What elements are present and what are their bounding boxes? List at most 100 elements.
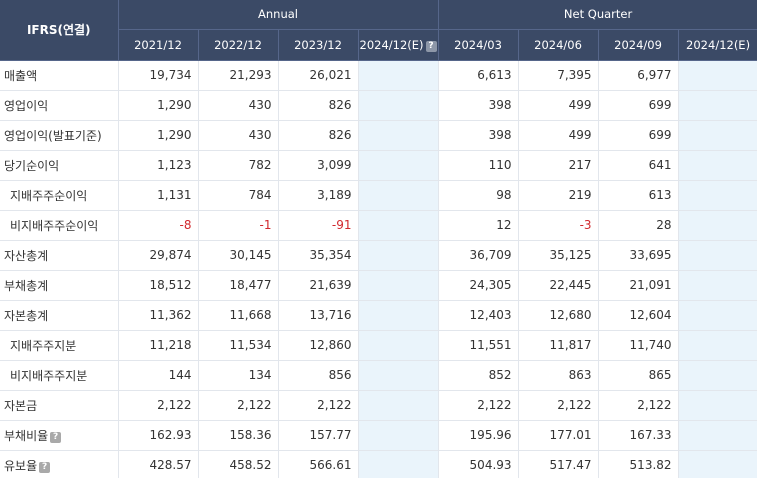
value-cell: 19,734: [118, 60, 199, 91]
estimate-cell: [678, 210, 757, 241]
table-row: 지배주주순이익 1,131 784 3,189 98 219 613: [0, 180, 757, 211]
row-label: 자본금: [0, 390, 119, 421]
table-row: 부채비율? 162.93 158.36 157.77 195.96 177.01 167.3…: [0, 420, 757, 451]
value-cell: 699: [598, 90, 679, 121]
value-cell: 1,290: [118, 120, 199, 151]
value-cell: 641: [598, 150, 679, 181]
row-label-text: 매출액: [4, 68, 38, 83]
value-cell: 12,403: [438, 300, 519, 331]
value-cell: 2,122: [278, 390, 359, 421]
estimate-cell: [678, 60, 757, 91]
value-cell: 12,680: [518, 300, 599, 331]
period-header: 2024/09: [598, 29, 679, 61]
value-cell: 18,512: [118, 270, 199, 301]
estimate-cell: [358, 420, 439, 451]
value-cell: 699: [598, 120, 679, 151]
value-cell: 12,604: [598, 300, 679, 331]
value-cell: 21,293: [198, 60, 279, 91]
value-cell: -3: [518, 210, 599, 241]
value-cell: 28: [598, 210, 679, 241]
value-cell: 1,290: [118, 90, 199, 121]
estimate-cell: [358, 60, 439, 91]
value-cell: 144: [118, 360, 199, 391]
help-icon[interactable]: ?: [39, 461, 51, 473]
estimate-cell: [358, 270, 439, 301]
estimate-cell: [358, 360, 439, 391]
table-row: 영업이익(발표기준) 1,290 430 826 398 499 699: [0, 120, 757, 151]
row-label-text: 당기순이익: [4, 158, 60, 173]
estimate-cell: [358, 390, 439, 421]
row-label-text: 영업이익: [4, 98, 49, 113]
row-label-text: 지배주주순이익: [10, 188, 88, 203]
value-cell: 30,145: [198, 240, 279, 271]
value-cell: 6,977: [598, 60, 679, 91]
row-label: 비지배주주지분: [0, 360, 119, 391]
table-row: 유보율? 428.57 458.52 566.61 504.93 517.47 513.82: [0, 450, 757, 478]
value-cell: 29,874: [118, 240, 199, 271]
value-cell: 430: [198, 90, 279, 121]
value-cell: 3,189: [278, 180, 359, 211]
table-row: 비지배주주지분 144 134 856 852 863 865: [0, 360, 757, 391]
value-cell: 2,122: [598, 390, 679, 421]
period-header: 2023/12: [278, 29, 359, 61]
table-row: 매출액 19,734 21,293 26,021 6,613 7,395 6,977: [0, 60, 757, 91]
estimate-cell: [678, 180, 757, 211]
period-header: 2021/12: [118, 29, 199, 61]
estimate-cell: [358, 210, 439, 241]
value-cell: 852: [438, 360, 519, 391]
value-cell: 24,305: [438, 270, 519, 301]
value-cell: 110: [438, 150, 519, 181]
value-cell: 430: [198, 120, 279, 151]
annual-header: Annual: [118, 0, 439, 30]
row-label: 부채비율?: [0, 420, 119, 451]
value-cell: 7,395: [518, 60, 599, 91]
value-cell: 167.33: [598, 420, 679, 451]
value-cell: 26,021: [278, 60, 359, 91]
value-cell: 13,716: [278, 300, 359, 331]
period-header: 2024/06: [518, 29, 599, 61]
estimate-cell: [358, 90, 439, 121]
value-cell: 158.36: [198, 420, 279, 451]
row-label: 지배주주순이익: [0, 180, 119, 211]
row-label: 유보율?: [0, 450, 119, 478]
value-cell: 863: [518, 360, 599, 391]
value-cell: 162.93: [118, 420, 199, 451]
value-cell: 33,695: [598, 240, 679, 271]
value-cell: 11,740: [598, 330, 679, 361]
estimate-cell: [678, 120, 757, 151]
value-cell: 2,122: [118, 390, 199, 421]
period-header: 2024/03: [438, 29, 519, 61]
estimate-cell: [358, 120, 439, 151]
row-label: 자산총계: [0, 240, 119, 271]
value-cell: 195.96: [438, 420, 519, 451]
value-cell: 11,817: [518, 330, 599, 361]
row-label: 영업이익: [0, 90, 119, 121]
value-cell: 21,639: [278, 270, 359, 301]
row-label-text: 자본총계: [4, 308, 49, 323]
value-cell: 35,125: [518, 240, 599, 271]
estimate-cell: [358, 450, 439, 478]
estimate-cell: [678, 240, 757, 271]
value-cell: 6,613: [438, 60, 519, 91]
help-icon[interactable]: ?: [50, 431, 62, 443]
help-icon[interactable]: ?: [425, 40, 437, 52]
value-cell: 513.82: [598, 450, 679, 478]
value-cell: 11,551: [438, 330, 519, 361]
estimate-cell: [678, 360, 757, 391]
value-cell: 157.77: [278, 420, 359, 451]
value-cell: -8: [118, 210, 199, 241]
period-header-estimate: 2024/12(E): [678, 29, 757, 61]
value-cell: 3,099: [278, 150, 359, 181]
value-cell: 21,091: [598, 270, 679, 301]
value-cell: 98: [438, 180, 519, 211]
value-cell: 217: [518, 150, 599, 181]
table-row: 자본총계 11,362 11,668 13,716 12,403 12,680 12,604: [0, 300, 757, 331]
value-cell: 517.47: [518, 450, 599, 478]
value-cell: 22,445: [518, 270, 599, 301]
value-cell: 35,354: [278, 240, 359, 271]
period-header-estimate: 2024/12(E)?: [358, 29, 439, 61]
row-label-text: 유보율: [4, 458, 38, 473]
row-label-text: 자본금: [4, 398, 38, 413]
value-cell: 12,860: [278, 330, 359, 361]
value-cell: -1: [198, 210, 279, 241]
